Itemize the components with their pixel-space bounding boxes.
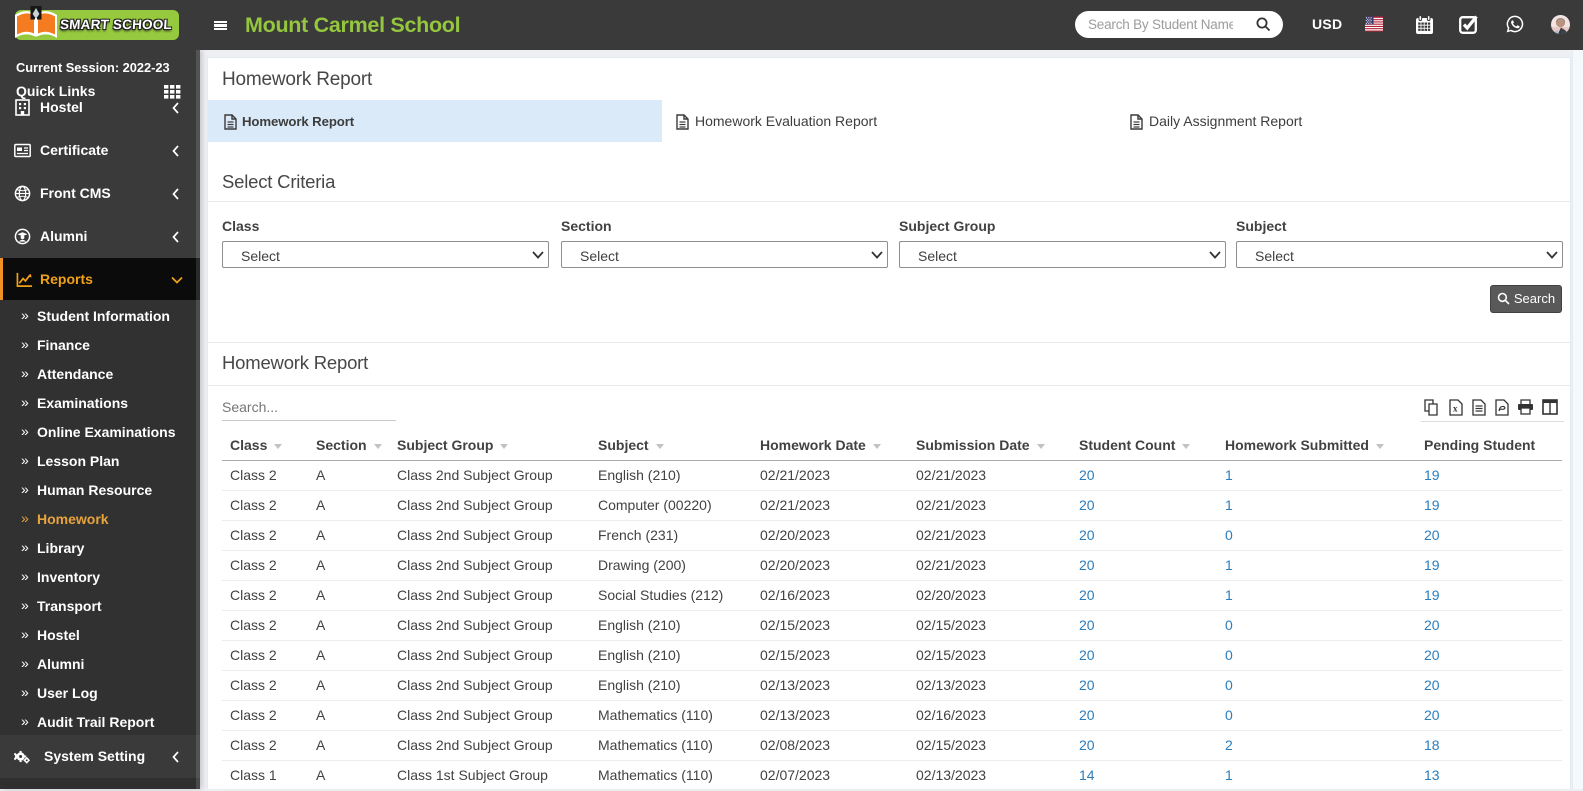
svg-text:x: x [1453, 404, 1458, 414]
